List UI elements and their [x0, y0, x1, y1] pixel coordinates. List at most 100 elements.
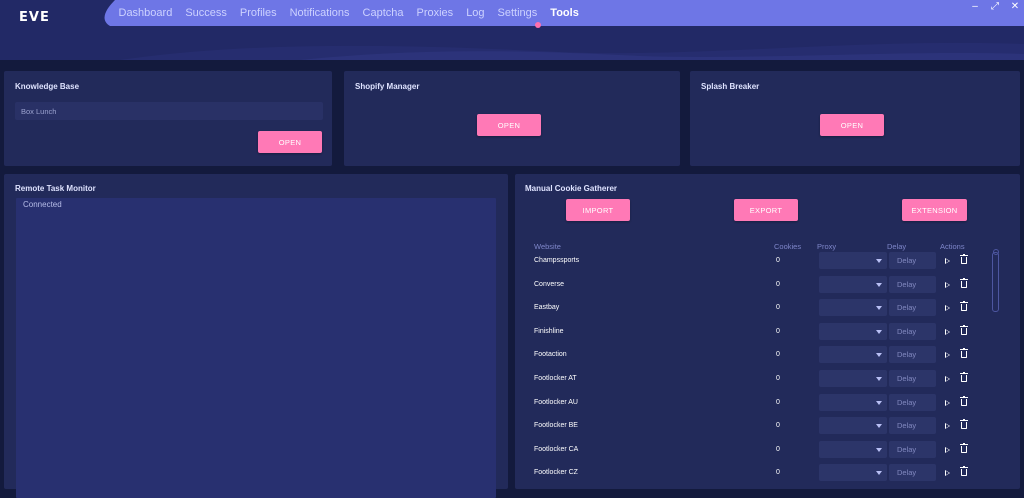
nav-tools[interactable]: Tools [550, 7, 579, 19]
play-icon[interactable] [945, 376, 950, 382]
table-row: Converse 0 Delay [515, 275, 1015, 296]
cookie-count: 0 [776, 351, 780, 359]
chevron-down-icon [876, 306, 882, 311]
chevron-down-icon [876, 282, 882, 287]
website-name: Footlocker CA [534, 445, 579, 453]
col-proxy: Proxy [817, 242, 837, 251]
proxy-select[interactable] [819, 393, 887, 411]
delay-input[interactable]: Delay [889, 464, 936, 482]
import-button[interactable]: IMPORT [566, 199, 630, 221]
chevron-down-icon [876, 447, 882, 452]
cookie-count: 0 [776, 375, 780, 382]
nav-captcha[interactable]: Captcha [363, 7, 404, 19]
trash-icon[interactable] [960, 442, 968, 453]
delay-input[interactable]: Delay [889, 393, 936, 411]
website-name: Eastbay [534, 304, 560, 312]
trash-icon[interactable] [960, 372, 968, 382]
col-actions: Actions [940, 242, 965, 251]
proxy-select[interactable] [819, 370, 887, 387]
delay-input[interactable]: Delay [889, 417, 936, 435]
splash-breaker-open-button[interactable]: OPEN [820, 114, 884, 136]
table-row: Footlocker BE 0 Delay [515, 417, 1015, 437]
table-row: Footlocker CA 0 Delay [515, 440, 1015, 461]
proxy-select[interactable] [819, 322, 887, 340]
proxy-select[interactable] [819, 464, 887, 482]
trash-icon[interactable] [960, 348, 968, 359]
cookie-count: 0 [776, 469, 780, 477]
cookie-count: 0 [776, 304, 780, 312]
export-button[interactable]: EXPORT [734, 199, 798, 221]
trash-icon[interactable] [960, 301, 968, 312]
table-row: Champssports 0 Delay [515, 252, 1015, 272]
table-row: Finishline 0 Delay [515, 322, 1015, 343]
table-row: Footaction 0 Delay [515, 346, 1015, 366]
cookie-gatherer-title: Manual Cookie Gatherer [525, 184, 618, 193]
extension-button[interactable]: EXTENSION [902, 199, 967, 221]
nav-log[interactable]: Log [466, 7, 484, 19]
trash-icon[interactable] [960, 254, 968, 264]
maximize-icon[interactable]: ⤢ [990, 1, 1000, 12]
play-icon[interactable] [945, 446, 950, 453]
trash-icon[interactable] [960, 324, 968, 335]
shopify-manager-panel: Shopify Manager OPEN [344, 71, 680, 166]
remote-task-monitor-title: Remote Task Monitor [15, 184, 96, 193]
nav-settings[interactable]: Settings [498, 7, 538, 19]
nav-profiles[interactable]: Profiles [240, 7, 277, 19]
nav-success[interactable]: Success [185, 7, 227, 19]
delay-input[interactable]: Delay [889, 322, 936, 340]
chevron-down-icon [876, 259, 882, 263]
minimize-icon[interactable]: – [970, 1, 980, 12]
proxy-select[interactable] [819, 252, 887, 269]
play-icon[interactable] [945, 423, 950, 430]
app-logo[interactable]: EVE [19, 10, 50, 25]
trash-icon[interactable] [960, 466, 968, 477]
nav-notifications[interactable]: Notifications [290, 7, 350, 19]
knowledge-base-open-button[interactable]: OPEN [258, 131, 322, 153]
website-name: Footlocker BE [534, 422, 578, 430]
website-name: Footlocker CZ [534, 469, 578, 477]
play-icon[interactable] [945, 305, 950, 312]
play-icon[interactable] [945, 352, 950, 359]
window-controls: – ⤢ ✕ [970, 0, 1020, 12]
website-name: Champssports [534, 257, 580, 264]
website-name: Converse [534, 280, 564, 288]
delay-input[interactable]: Delay [889, 299, 936, 317]
proxy-select[interactable] [819, 346, 887, 364]
play-icon[interactable] [945, 258, 950, 264]
play-icon[interactable] [945, 328, 950, 335]
top-header: EVE Dashboard Success Profiles Notificat… [0, 0, 1024, 60]
proxy-select[interactable] [819, 275, 887, 293]
trash-icon[interactable] [960, 419, 968, 430]
trash-icon[interactable] [960, 277, 968, 288]
proxy-select[interactable] [819, 417, 887, 435]
knowledge-base-input[interactable]: Box Lunch [15, 102, 323, 120]
delay-input[interactable]: Delay [889, 252, 936, 269]
cookie-gatherer-panel: Manual Cookie Gatherer IMPORT EXPORT EXT… [515, 174, 1020, 489]
main-nav: Dashboard Success Profiles Notifications… [112, 0, 585, 25]
task-monitor-log[interactable]: Connected [16, 198, 496, 498]
delay-input[interactable]: Delay [889, 440, 936, 458]
cookie-count: 0 [776, 422, 780, 430]
delay-input[interactable]: Delay [889, 370, 936, 387]
delay-input[interactable]: Delay [889, 346, 936, 364]
shopify-manager-open-button[interactable]: OPEN [477, 114, 541, 136]
website-name: Footlocker AU [534, 398, 578, 406]
table-row: Eastbay 0 Delay [515, 299, 1015, 319]
nav-dashboard[interactable]: Dashboard [119, 7, 173, 19]
proxy-select[interactable] [819, 440, 887, 458]
chevron-down-icon [876, 424, 882, 429]
trash-icon[interactable] [960, 395, 968, 406]
close-icon[interactable]: ✕ [1010, 1, 1020, 12]
nav-proxies[interactable]: Proxies [417, 7, 454, 19]
website-name: Finishline [534, 327, 564, 335]
splash-breaker-panel: Splash Breaker OPEN [690, 71, 1020, 166]
chevron-down-icon [876, 353, 882, 358]
table-row: Footlocker CZ 0 Delay [515, 464, 1015, 484]
delay-input[interactable]: Delay [889, 275, 936, 293]
play-icon[interactable] [945, 399, 950, 406]
active-nav-indicator [535, 22, 541, 28]
play-icon[interactable] [945, 281, 950, 288]
proxy-select[interactable] [819, 299, 887, 317]
play-icon[interactable] [945, 470, 950, 477]
chevron-down-icon [876, 377, 882, 381]
